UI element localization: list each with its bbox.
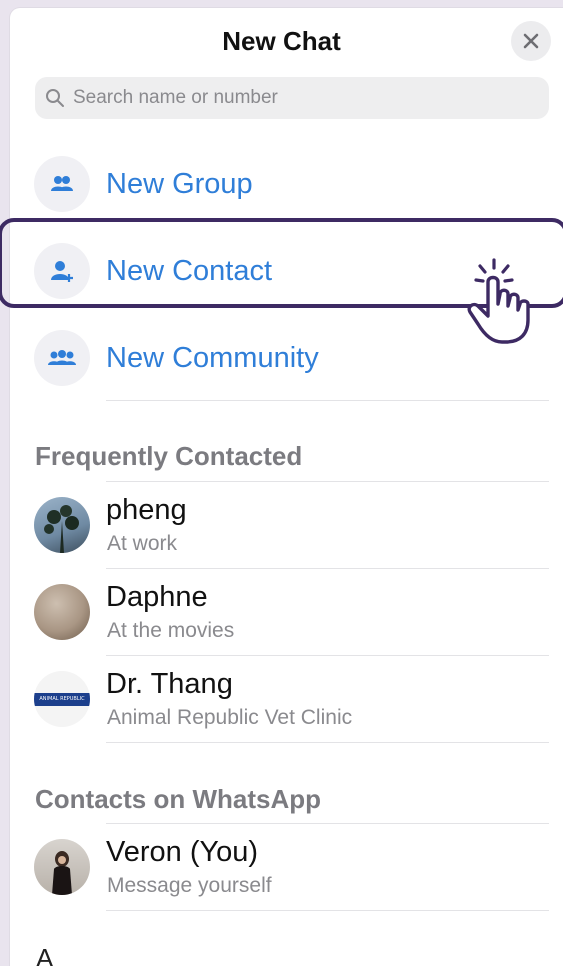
new-group-label: New Group	[106, 167, 253, 200]
contact-row[interactable]: Veron (You) Message yourself	[10, 824, 563, 910]
divider	[106, 742, 549, 743]
contact-status: Message yourself	[107, 874, 272, 897]
contact-name: Daphne	[106, 581, 208, 613]
contact-name: pheng	[106, 494, 187, 526]
new-group-button[interactable]: New Group	[10, 147, 563, 221]
divider	[106, 910, 549, 911]
search-placeholder: Search name or number	[73, 87, 278, 108]
search-icon	[45, 87, 67, 109]
contact-name: Veron (You)	[106, 836, 259, 868]
divider	[106, 400, 549, 401]
tap-hand-icon	[458, 254, 538, 351]
close-icon	[523, 33, 539, 49]
new-community-label: New Community	[106, 341, 319, 374]
avatar	[34, 584, 90, 640]
avatar: ANIMAL REPUBLIC	[34, 671, 90, 727]
close-button[interactable]	[511, 21, 551, 61]
contact-status: At work	[107, 532, 178, 555]
section-contacts-on-whatsapp: Contacts on WhatsApp	[35, 784, 321, 814]
avatar-banner: ANIMAL REPUBLIC	[34, 692, 90, 706]
contact-row[interactable]: pheng At work	[10, 482, 563, 568]
section-frequently-contacted: Frequently Contacted	[35, 441, 303, 471]
contact-row[interactable]: Daphne At the movies	[10, 569, 563, 655]
page-title: New Chat	[222, 26, 341, 56]
new-chat-sheet: New Chat Search name or number New Group	[10, 8, 563, 966]
group-icon	[34, 156, 90, 212]
community-icon	[34, 330, 90, 386]
contact-status: At the movies	[107, 619, 235, 642]
contact-row[interactable]: ANIMAL REPUBLIC Dr. Thang Animal Republi…	[10, 656, 563, 742]
section-letter-a: A	[36, 943, 54, 966]
avatar	[34, 497, 90, 553]
search-input[interactable]: Search name or number	[35, 77, 549, 119]
alphabet-index-scrubber[interactable]	[559, 368, 563, 892]
contact-name: Dr. Thang	[106, 668, 233, 700]
avatar	[34, 839, 90, 895]
contact-status: Animal Republic Vet Clinic	[107, 706, 353, 729]
